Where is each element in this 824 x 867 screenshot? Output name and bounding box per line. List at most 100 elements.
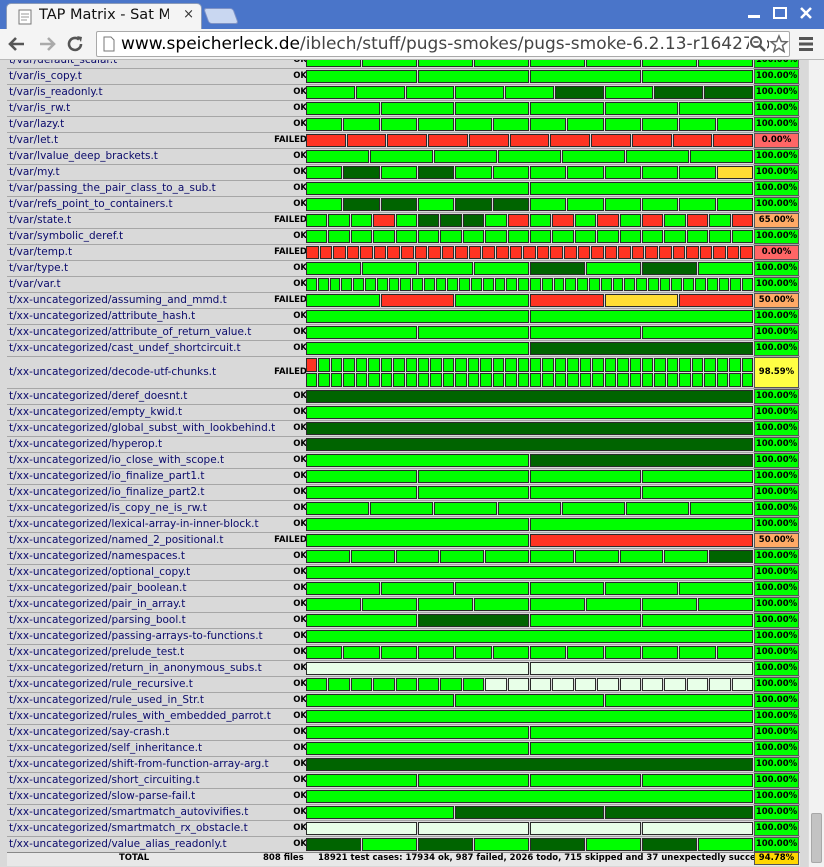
test-result-cell[interactable] <box>509 134 550 147</box>
test-result-cell[interactable] <box>482 278 494 291</box>
test-result-cell[interactable] <box>412 278 423 291</box>
test-result-cell[interactable] <box>306 373 318 387</box>
test-result-cell[interactable] <box>530 662 753 675</box>
test-result-cell[interactable] <box>612 278 624 291</box>
test-result-cell[interactable] <box>423 278 435 291</box>
browser-tab[interactable]: TAP Matrix - Sat M × <box>6 3 202 29</box>
test-result-cell[interactable] <box>530 230 552 243</box>
test-name-link[interactable]: t/xx-uncategorized/say-crash.t <box>9 726 169 738</box>
test-result-cell[interactable] <box>492 358 505 372</box>
test-result-cell[interactable] <box>619 678 641 691</box>
test-result-cell[interactable] <box>626 502 689 515</box>
close-window-icon[interactable] <box>796 5 816 21</box>
test-result-cell[interactable] <box>624 278 636 291</box>
test-result-cell[interactable] <box>530 294 604 307</box>
test-name-link[interactable]: t/var/state.t <box>9 214 71 226</box>
test-result-cell[interactable] <box>695 278 706 291</box>
test-name-link[interactable]: t/var/lazy.t <box>9 118 64 130</box>
test-result-cell[interactable] <box>626 150 689 163</box>
test-result-cell[interactable] <box>554 373 567 387</box>
test-result-cell[interactable] <box>530 278 541 291</box>
test-result-cell[interactable] <box>418 326 529 339</box>
test-result-cell[interactable] <box>462 678 485 691</box>
test-result-cell[interactable] <box>496 246 509 259</box>
test-result-cell[interactable] <box>666 358 679 372</box>
close-tab-icon[interactable]: × <box>183 7 194 22</box>
test-result-cell[interactable] <box>552 230 574 243</box>
test-result-cell[interactable] <box>574 230 597 243</box>
test-result-cell[interactable] <box>679 102 753 115</box>
test-result-cell[interactable] <box>430 358 442 372</box>
test-result-cell[interactable] <box>462 230 485 243</box>
test-name-link[interactable]: t/xx-uncategorized/value_alias_readonly.… <box>9 838 227 850</box>
test-name-link[interactable]: t/var/lvalue_deep_brackets.t <box>9 150 158 162</box>
test-result-cell[interactable] <box>393 373 405 387</box>
test-result-cell[interactable] <box>567 166 604 179</box>
test-result-cell[interactable] <box>306 534 529 547</box>
test-result-cell[interactable] <box>741 358 753 372</box>
test-result-cell[interactable] <box>592 373 604 387</box>
test-result-cell[interactable] <box>542 373 554 387</box>
test-result-cell[interactable] <box>387 246 401 259</box>
test-result-cell[interactable] <box>726 246 740 259</box>
test-result-cell[interactable] <box>518 278 529 291</box>
test-result-cell[interactable] <box>346 246 360 259</box>
reload-icon[interactable] <box>64 33 86 55</box>
test-result-cell[interactable] <box>368 358 380 372</box>
zoom-icon[interactable] <box>749 35 767 53</box>
test-result-cell[interactable] <box>306 646 343 659</box>
test-name-link[interactable]: t/xx-uncategorized/parsing_bool.t <box>9 614 186 626</box>
test-result-cell[interactable] <box>455 246 468 259</box>
test-result-cell[interactable] <box>306 70 417 83</box>
test-result-cell[interactable] <box>418 486 529 499</box>
test-result-cell[interactable] <box>355 358 368 372</box>
test-name-link[interactable]: t/xx-uncategorized/cast_undef_shortcircu… <box>9 342 241 354</box>
test-result-cell[interactable] <box>563 246 577 259</box>
test-result-cell[interactable] <box>645 246 658 259</box>
test-result-cell[interactable] <box>642 166 679 179</box>
test-result-cell[interactable] <box>530 550 574 563</box>
test-result-cell[interactable] <box>306 710 753 723</box>
test-name-link[interactable]: t/xx-uncategorized/io_finalize_part2.t <box>9 486 204 498</box>
test-result-cell[interactable] <box>455 102 529 115</box>
test-result-cell[interactable] <box>517 373 529 387</box>
test-result-cell[interactable] <box>405 86 455 99</box>
test-result-cell[interactable] <box>604 582 679 595</box>
test-result-cell[interactable] <box>574 550 619 563</box>
test-result-cell[interactable] <box>462 214 485 227</box>
test-result-cell[interactable] <box>350 678 373 691</box>
test-result-cell[interactable] <box>343 198 380 211</box>
test-result-cell[interactable] <box>485 230 507 243</box>
test-result-cell[interactable] <box>731 214 753 227</box>
test-result-cell[interactable] <box>604 198 641 211</box>
test-result-cell[interactable] <box>373 214 395 227</box>
test-result-cell[interactable] <box>530 198 567 211</box>
test-result-cell[interactable] <box>492 646 529 659</box>
test-result-cell[interactable] <box>306 790 753 803</box>
test-result-cell[interactable] <box>343 373 355 387</box>
test-result-cell[interactable] <box>455 373 467 387</box>
test-result-cell[interactable] <box>642 838 697 851</box>
test-result-cell[interactable] <box>350 550 395 563</box>
test-result-cell[interactable] <box>418 822 529 835</box>
test-result-cell[interactable] <box>554 86 604 99</box>
test-result-cell[interactable] <box>306 502 369 515</box>
test-result-cell[interactable] <box>428 134 468 147</box>
test-result-cell[interactable] <box>604 118 641 131</box>
test-result-cell[interactable] <box>530 742 753 755</box>
test-result-cell[interactable] <box>530 518 753 531</box>
test-result-cell[interactable] <box>716 358 729 372</box>
test-name-link[interactable]: t/xx-uncategorized/smartmatch_rx_obstacl… <box>9 822 248 834</box>
test-result-cell[interactable] <box>455 694 604 707</box>
test-result-cell[interactable] <box>306 582 380 595</box>
test-result-cell[interactable] <box>642 70 753 83</box>
test-result-cell[interactable] <box>505 358 517 372</box>
test-name-link[interactable]: t/xx-uncategorized/lexical-array-in-inne… <box>9 518 259 530</box>
test-result-cell[interactable] <box>440 550 485 563</box>
star-icon[interactable] <box>769 34 789 54</box>
test-result-cell[interactable] <box>530 182 753 195</box>
test-result-cell[interactable] <box>329 278 341 291</box>
address-bar[interactable]: www.speicherleck.de/iblech/stuff/pugs-sm… <box>96 31 790 57</box>
forward-arrow-icon[interactable] <box>36 33 58 55</box>
test-result-cell[interactable] <box>306 822 417 835</box>
